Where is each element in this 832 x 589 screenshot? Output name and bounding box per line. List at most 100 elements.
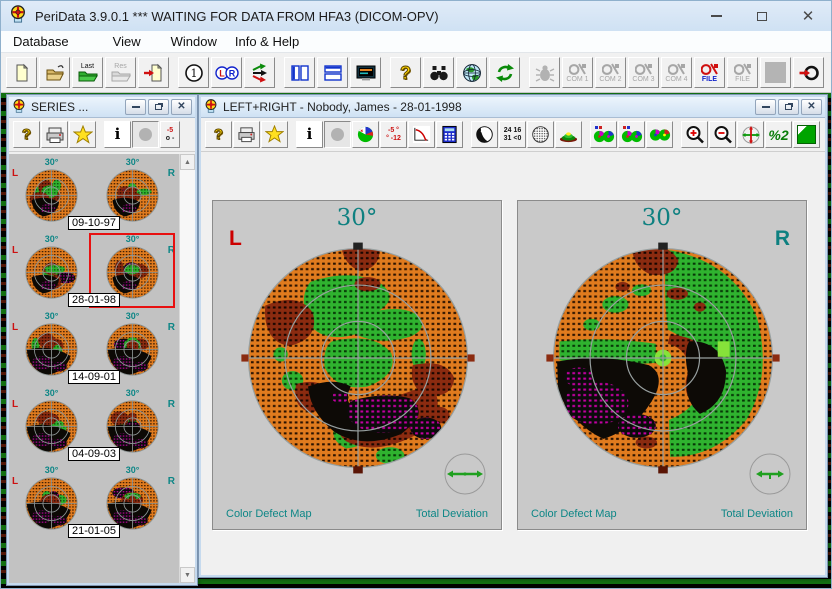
maximize-button[interactable] [739,1,785,31]
open-exam-button[interactable] [39,57,70,88]
com1-button[interactable]: COM 1 [562,57,593,88]
exam-title-bar[interactable]: LEFT+RIGHT - Nobody, James - 28-01-1998 … [201,97,825,118]
com2-button[interactable]: COM 2 [595,57,626,88]
minimize-button[interactable] [693,1,739,31]
last-folder-icon [78,70,98,82]
exam-info-button[interactable]: i [296,121,323,148]
deviation-type-label: Total Deviation [416,508,488,520]
scroll-down-button[interactable]: ▼ [180,567,195,583]
compare-maps-icon [621,125,643,144]
vertical-split-button[interactable] [284,57,315,88]
exam-compare-3-button[interactable] [646,121,673,148]
res-folder-icon [111,70,131,82]
open-folder-icon [45,63,65,83]
series-row-2[interactable]: 30° 30° L R 28-01-98 [9,234,179,308]
exam-minimize-button[interactable] [755,99,776,115]
left-right-view-button[interactable]: LR [211,57,242,88]
star-icon [73,125,93,145]
single-exam-view-button[interactable]: 1 [178,57,209,88]
exam-fullfield-button[interactable] [793,121,820,148]
com3-label: COM 3 [632,76,654,83]
menu-view[interactable]: View [105,32,149,51]
title-bar[interactable]: PeriData 3.9.0.1 *** WAITING FOR DATA FR… [1,1,831,31]
series-values-button[interactable]: -5o - [160,121,180,148]
scroll-up-button[interactable]: ▲ [180,154,195,170]
exam-print-button[interactable] [233,121,260,148]
exam-half-percent-button[interactable]: %2 [765,121,792,148]
exam-zoom-in-button[interactable] [681,121,708,148]
exam-help-button[interactable]: ? [205,121,232,148]
compare-maps-icon [593,125,615,144]
exam-zoom-out-button[interactable] [709,121,736,148]
exam-eye-map-button[interactable] [471,121,498,148]
exam-date-label[interactable]: 14-09-01 [68,370,120,384]
exam-compare-2-button[interactable] [618,121,645,148]
network-button[interactable] [456,57,487,88]
one-exam-icon: 1 [184,63,204,83]
zoom-out-icon [713,125,733,145]
exam-calculator-button[interactable] [436,121,463,148]
series-info-button[interactable]: i [104,121,131,148]
file-inactive-device-icon [734,63,752,76]
half-percent-icon: %2 [768,128,788,142]
com4-button[interactable]: COM 4 [661,57,692,88]
res-exam-button[interactable]: Res [105,57,136,88]
menu-database[interactable]: Database [5,32,77,51]
file-source-inactive-button[interactable]: FILE [727,57,758,88]
series-help-button[interactable]: ? [13,121,40,148]
app-logo-icon [9,5,27,28]
angle-label: 30° [45,465,59,475]
search-button[interactable] [423,57,454,88]
exam-favorite-button[interactable] [261,121,288,148]
file-source-active-button[interactable]: FILE [694,57,725,88]
exam-compare-1-button[interactable] [590,121,617,148]
series-graymap-button[interactable] [132,121,159,148]
exam-close-button[interactable]: ✕ [801,99,822,115]
exam-indices-button[interactable]: 24 1631 <0 [499,121,526,148]
blank-device-button[interactable] [760,57,791,88]
exam-graymap-button[interactable] [324,121,351,148]
horizontal-split-button[interactable] [317,57,348,88]
series-title-bar[interactable]: SERIES ... ✕ [9,97,195,118]
help-button[interactable]: ? [390,57,421,88]
exam-values-button[interactable]: -5 °° -12 [380,121,407,148]
series-minimize-button[interactable] [125,99,146,115]
menu-info-help[interactable]: Info & Help [227,32,307,51]
menu-window[interactable]: Window [163,32,225,51]
left-eye-label: L [12,322,18,333]
right-eye-label: R [168,399,175,410]
com3-button[interactable]: COM 3 [628,57,659,88]
series-row-1[interactable]: 30° 30° L R 09-10-97 [9,157,179,231]
series-row-4[interactable]: 30° 30° L R 04-09-03 [9,388,179,462]
com1-label: COM 1 [566,76,588,83]
series-row-5[interactable]: 30° 30° L R 21-01-05 [9,465,179,539]
info-icon: i [115,127,121,142]
import-exam-button[interactable] [138,57,169,88]
exam-date-label[interactable]: 21-01-05 [68,524,120,538]
window-controls: ✕ [693,1,831,31]
series-favorite-button[interactable] [69,121,96,148]
last-exam-button[interactable]: Last [72,57,103,88]
exam-date-label[interactable]: 04-09-03 [68,447,120,461]
exam-date-label[interactable]: 09-10-97 [68,216,120,230]
exam-pattern-button[interactable] [527,121,554,148]
series-print-button[interactable] [41,121,68,148]
exam-colormap-button[interactable] [352,121,379,148]
new-exam-button[interactable] [6,57,37,88]
device-bug-button[interactable] [529,57,560,88]
exam-date-label[interactable]: 28-01-98 [68,293,120,307]
exam-restore-button[interactable] [778,99,799,115]
exam-pan-button[interactable] [737,121,764,148]
exit-icon [799,63,819,83]
close-button[interactable]: ✕ [785,1,831,31]
exam-curve-button[interactable] [408,121,435,148]
exam-hill-button[interactable] [555,121,582,148]
series-row-3[interactable]: 30° 30° L R 14-09-01 [9,311,179,385]
series-close-button[interactable]: ✕ [171,99,192,115]
series-scrollbar[interactable]: ▲ ▼ [179,154,195,583]
series-restore-button[interactable] [148,99,169,115]
terminal-button[interactable] [350,57,381,88]
transfer-arrows-button[interactable] [244,57,275,88]
exit-connection-button[interactable] [793,57,824,88]
refresh-button[interactable] [489,57,520,88]
